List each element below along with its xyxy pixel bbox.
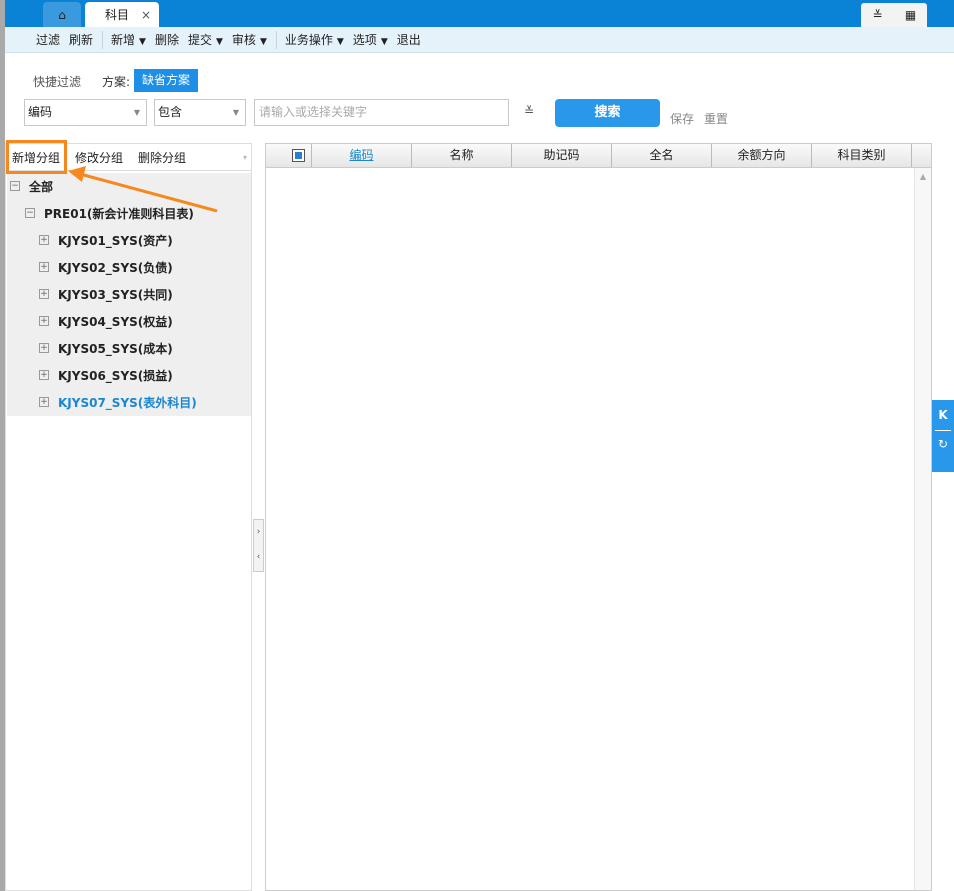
column-header[interactable]: 科目类别 [812, 144, 912, 167]
account-grid: 编码 名称 助记码 全名 余额方向 科目类别 ▲ [265, 143, 932, 891]
collapse-toggle[interactable]: › ‹ [253, 519, 264, 572]
scroll-up-icon[interactable]: ▲ [915, 172, 931, 181]
splitter[interactable] [252, 143, 265, 891]
column-header[interactable]: 编码 [312, 144, 412, 167]
column-header[interactable]: 余额方向 [712, 144, 812, 167]
chevron-right-icon[interactable]: › [254, 520, 263, 545]
column-header[interactable]: 全名 [612, 144, 712, 167]
refresh-icon[interactable]: ↻ [935, 430, 951, 451]
chat-icon[interactable]: K [932, 408, 954, 422]
column-header[interactable]: 名称 [412, 144, 512, 167]
chevron-left-icon[interactable]: ‹ [254, 545, 263, 570]
vertical-scrollbar[interactable]: ▲ [914, 168, 931, 890]
select-all-cell [266, 144, 312, 167]
column-header[interactable]: 助记码 [512, 144, 612, 167]
select-all-checkbox[interactable] [292, 149, 305, 162]
side-widget[interactable]: K ↻ [932, 400, 954, 472]
grid-header: 编码 名称 助记码 全名 余额方向 科目类别 [266, 144, 931, 168]
